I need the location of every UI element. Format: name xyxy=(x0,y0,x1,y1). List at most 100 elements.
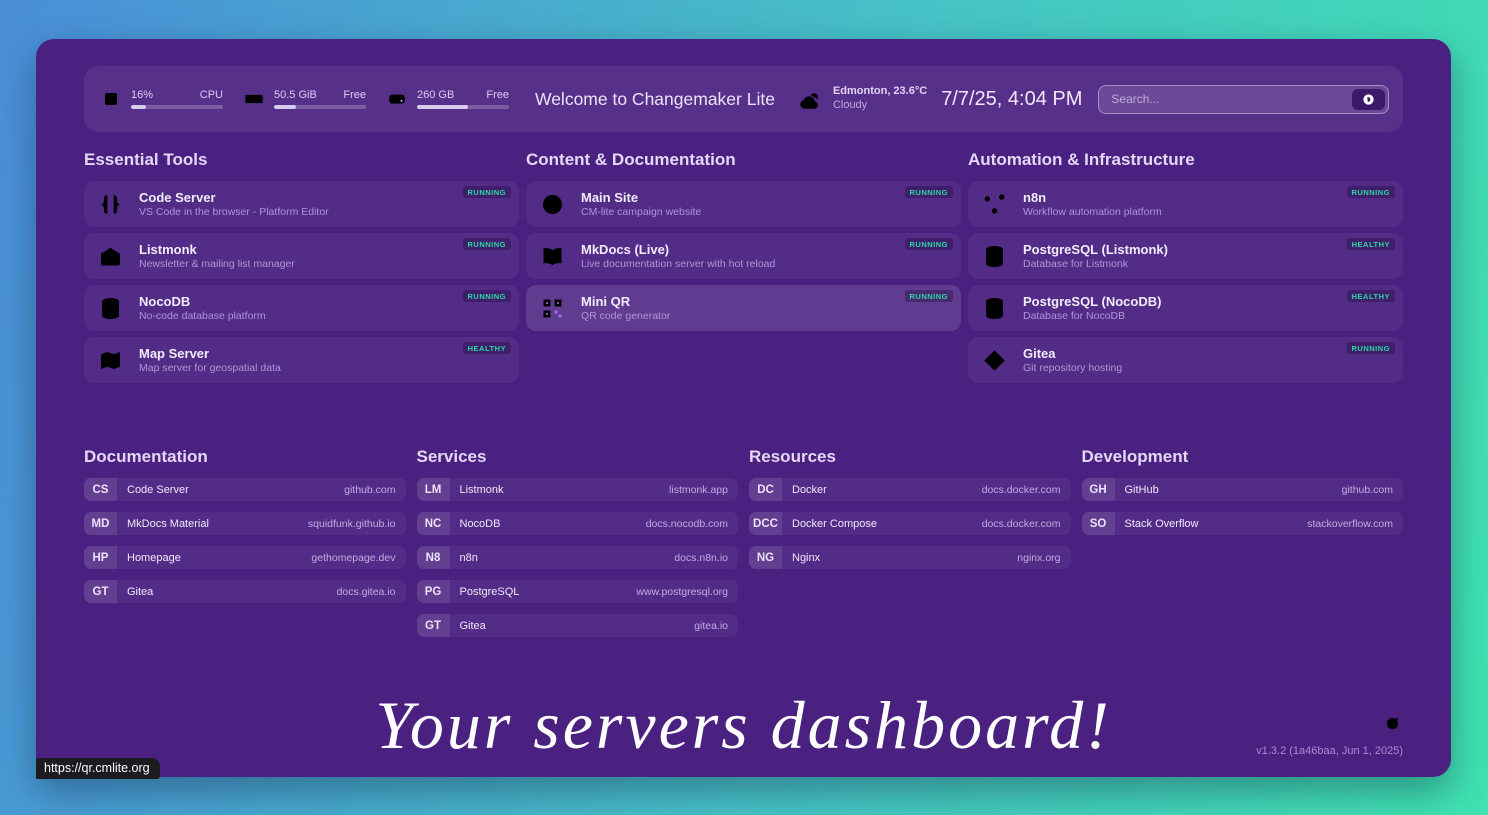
bookmark-url: gitea.io xyxy=(694,620,728,632)
bookmark-abbr: SO xyxy=(1082,512,1115,535)
greeting-title: Welcome to Changemaker Lite xyxy=(535,89,775,110)
bookmark-link-gitea[interactable]: GT Gitea gitea.io xyxy=(417,614,739,637)
search-engine-icon xyxy=(1362,93,1375,106)
bookmark-link-nginx[interactable]: NG Nginx nginx.org xyxy=(749,546,1071,569)
memory-label: Free xyxy=(343,89,366,101)
service-description: Database for Listmonk xyxy=(1023,258,1168,271)
cloud-sun-icon xyxy=(797,86,824,113)
bookmark-url: www.postgresql.org xyxy=(636,586,728,598)
bookmark-name: Docker xyxy=(792,484,827,496)
bookmark-link-github[interactable]: GH GitHub github.com xyxy=(1082,478,1404,501)
bookmark-url: stackoverflow.com xyxy=(1307,518,1393,530)
bookmark-abbr: GT xyxy=(84,580,117,603)
bookmark-link-homepage[interactable]: HP Homepage gethomepage.dev xyxy=(84,546,406,569)
service-card-n8n[interactable]: n8n Workflow automation platform RUNNING xyxy=(968,181,1403,227)
globe-icon xyxy=(539,191,566,218)
bookmark-link-stack-overflow[interactable]: SO Stack Overflow stackoverflow.com xyxy=(1082,512,1404,535)
braces-icon xyxy=(97,191,124,218)
service-card-code-server[interactable]: Code Server VS Code in the browser - Pla… xyxy=(84,181,519,227)
service-name: Gitea xyxy=(1023,346,1122,362)
header-bar: 16% CPU 50.5 GiB Free xyxy=(84,66,1403,132)
section-title: Documentation xyxy=(84,447,406,467)
service-card-main-site[interactable]: Main Site CM-lite campaign website RUNNI… xyxy=(526,181,961,227)
service-section-automation-infrastructure: Automation & Infrastructure n8n Workflow… xyxy=(968,134,1403,389)
service-section-essential-tools: Essential Tools Code Server VS Code in t… xyxy=(84,134,519,389)
book-icon xyxy=(539,243,566,270)
bookmark-name: Stack Overflow xyxy=(1125,518,1199,530)
bookmark-name: GitHub xyxy=(1125,484,1159,496)
git-icon xyxy=(981,347,1008,374)
service-card-listmonk[interactable]: Listmonk Newsletter & mailing list manag… xyxy=(84,233,519,279)
bookmark-link-code-server[interactable]: CS Code Server github.com xyxy=(84,478,406,501)
service-card-postgresql-listmonk[interactable]: PostgreSQL (Listmonk) Database for Listm… xyxy=(968,233,1403,279)
bookmark-abbr: PG xyxy=(417,580,450,603)
disk-progress-bar xyxy=(417,105,509,110)
service-description: Map server for geospatial data xyxy=(139,362,281,375)
status-badge: RUNNING xyxy=(463,290,512,302)
mail-icon xyxy=(97,243,124,270)
resource-widgets: 16% CPU 50.5 GiB Free xyxy=(100,88,509,110)
bookmark-name: Nginx xyxy=(792,552,820,564)
section-title: Essential Tools xyxy=(84,150,519,170)
memory-widget: 50.5 GiB Free xyxy=(243,88,366,110)
disk-icon xyxy=(386,88,408,110)
search-box xyxy=(1098,85,1389,114)
dashboard-window: 16% CPU 50.5 GiB Free xyxy=(36,39,1451,777)
section-title: Development xyxy=(1082,447,1404,467)
service-description: Live documentation server with hot reloa… xyxy=(581,258,775,271)
bookmark-name: Gitea xyxy=(127,586,153,598)
status-badge: RUNNING xyxy=(905,186,954,198)
bookmark-url: gethomepage.dev xyxy=(311,552,395,564)
status-badge: RUNNING xyxy=(463,238,512,250)
bookmark-url: github.com xyxy=(1342,484,1393,496)
service-card-postgresql-nocodb[interactable]: PostgreSQL (NocoDB) Database for NocoDB … xyxy=(968,285,1403,331)
search-button[interactable] xyxy=(1352,89,1385,110)
bookmark-link-docker-compose[interactable]: DCC Docker Compose docs.docker.com xyxy=(749,512,1071,535)
bookmark-section-services: Services LM Listmonk listmonk.app NC Noc… xyxy=(417,431,739,648)
bookmark-link-postgresql[interactable]: PG PostgreSQL www.postgresql.org xyxy=(417,580,739,603)
status-badge: HEALTHY xyxy=(463,342,511,354)
bookmark-name: n8n xyxy=(460,552,478,564)
service-card-nocodb[interactable]: NocoDB No-code database platform RUNNING xyxy=(84,285,519,331)
bookmark-link-listmonk[interactable]: LM Listmonk listmonk.app xyxy=(417,478,739,501)
cpu-icon xyxy=(100,88,122,110)
bookmark-abbr: N8 xyxy=(417,546,450,569)
status-badge: RUNNING xyxy=(905,238,954,250)
section-title: Automation & Infrastructure xyxy=(968,150,1403,170)
bookmark-link-n8n[interactable]: N8 n8n docs.n8n.io xyxy=(417,546,739,569)
service-card-mkdocs-live[interactable]: MkDocs (Live) Live documentation server … xyxy=(526,233,961,279)
bookmark-abbr: DC xyxy=(749,478,782,501)
status-badge: RUNNING xyxy=(1347,342,1396,354)
bookmark-name: MkDocs Material xyxy=(127,518,209,530)
bookmark-abbr: NC xyxy=(417,512,450,535)
bookmark-name: Code Server xyxy=(127,484,189,496)
bookmark-groups: Documentation CS Code Server github.com … xyxy=(84,431,1403,648)
database-icon xyxy=(981,295,1008,322)
bookmark-name: NocoDB xyxy=(460,518,501,530)
service-card-gitea[interactable]: Gitea Git repository hosting RUNNING xyxy=(968,337,1403,383)
status-badge: HEALTHY xyxy=(1347,238,1395,250)
disk-widget: 260 GB Free xyxy=(386,88,509,110)
bookmark-abbr: DCC xyxy=(749,512,782,535)
bookmark-url: docs.n8n.io xyxy=(674,552,728,564)
service-name: Listmonk xyxy=(139,242,295,258)
qr-icon xyxy=(539,295,566,322)
bookmark-link-nocodb[interactable]: NC NocoDB docs.nocodb.com xyxy=(417,512,739,535)
service-card-mini-qr[interactable]: Mini QR QR code generator RUNNING xyxy=(526,285,961,331)
bookmark-abbr: NG xyxy=(749,546,782,569)
search-input[interactable] xyxy=(1098,85,1389,114)
bookmark-link-gitea[interactable]: GT Gitea docs.gitea.io xyxy=(84,580,406,603)
service-description: Database for NocoDB xyxy=(1023,310,1161,323)
service-card-map-server[interactable]: Map Server Map server for geospatial dat… xyxy=(84,337,519,383)
bookmark-url: docs.docker.com xyxy=(982,518,1061,530)
refresh-button[interactable] xyxy=(1384,715,1401,735)
bookmark-url: squidfunk.github.io xyxy=(308,518,396,530)
bookmark-link-docker[interactable]: DC Docker docs.docker.com xyxy=(749,478,1071,501)
service-name: n8n xyxy=(1023,190,1162,206)
disk-value: 260 GB xyxy=(417,89,454,101)
status-badge: HEALTHY xyxy=(1347,290,1395,302)
service-description: QR code generator xyxy=(581,310,670,323)
service-description: Workflow automation platform xyxy=(1023,206,1162,219)
bookmark-link-mkdocs-material[interactable]: MD MkDocs Material squidfunk.github.io xyxy=(84,512,406,535)
bookmark-url: listmonk.app xyxy=(669,484,728,496)
